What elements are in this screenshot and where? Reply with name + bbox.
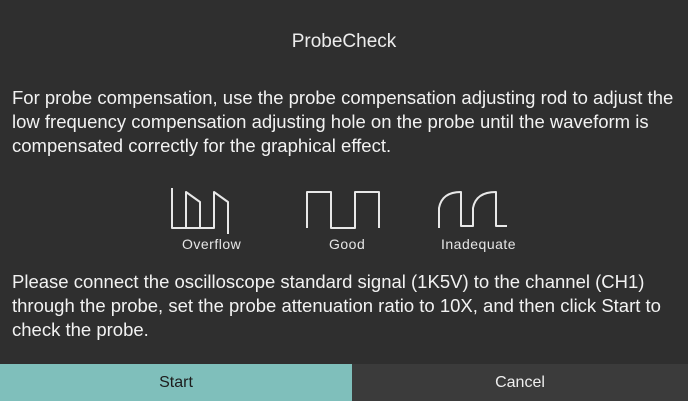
waveform-label-overflow: Overflow [182,236,242,252]
button-row: Start Cancel [0,364,688,401]
probe-check-dialog: ProbeCheck For probe compensation, use t… [0,0,688,401]
good-waveform-icon [306,191,380,229]
overflow-waveform-icon [171,188,229,234]
inadequate-waveform-icon [438,191,507,228]
dialog-title: ProbeCheck [291,31,397,52]
start-button[interactable]: Start [0,364,352,401]
waveform-label-good: Good [329,236,366,252]
instruction-compensation: For probe compensation, use the probe co… [12,87,674,156]
cancel-button[interactable]: Cancel [352,364,688,401]
instruction-connection: Please connect the oscilloscope standard… [12,271,661,340]
waveform-label-inadequate: Inadequate [441,236,517,252]
